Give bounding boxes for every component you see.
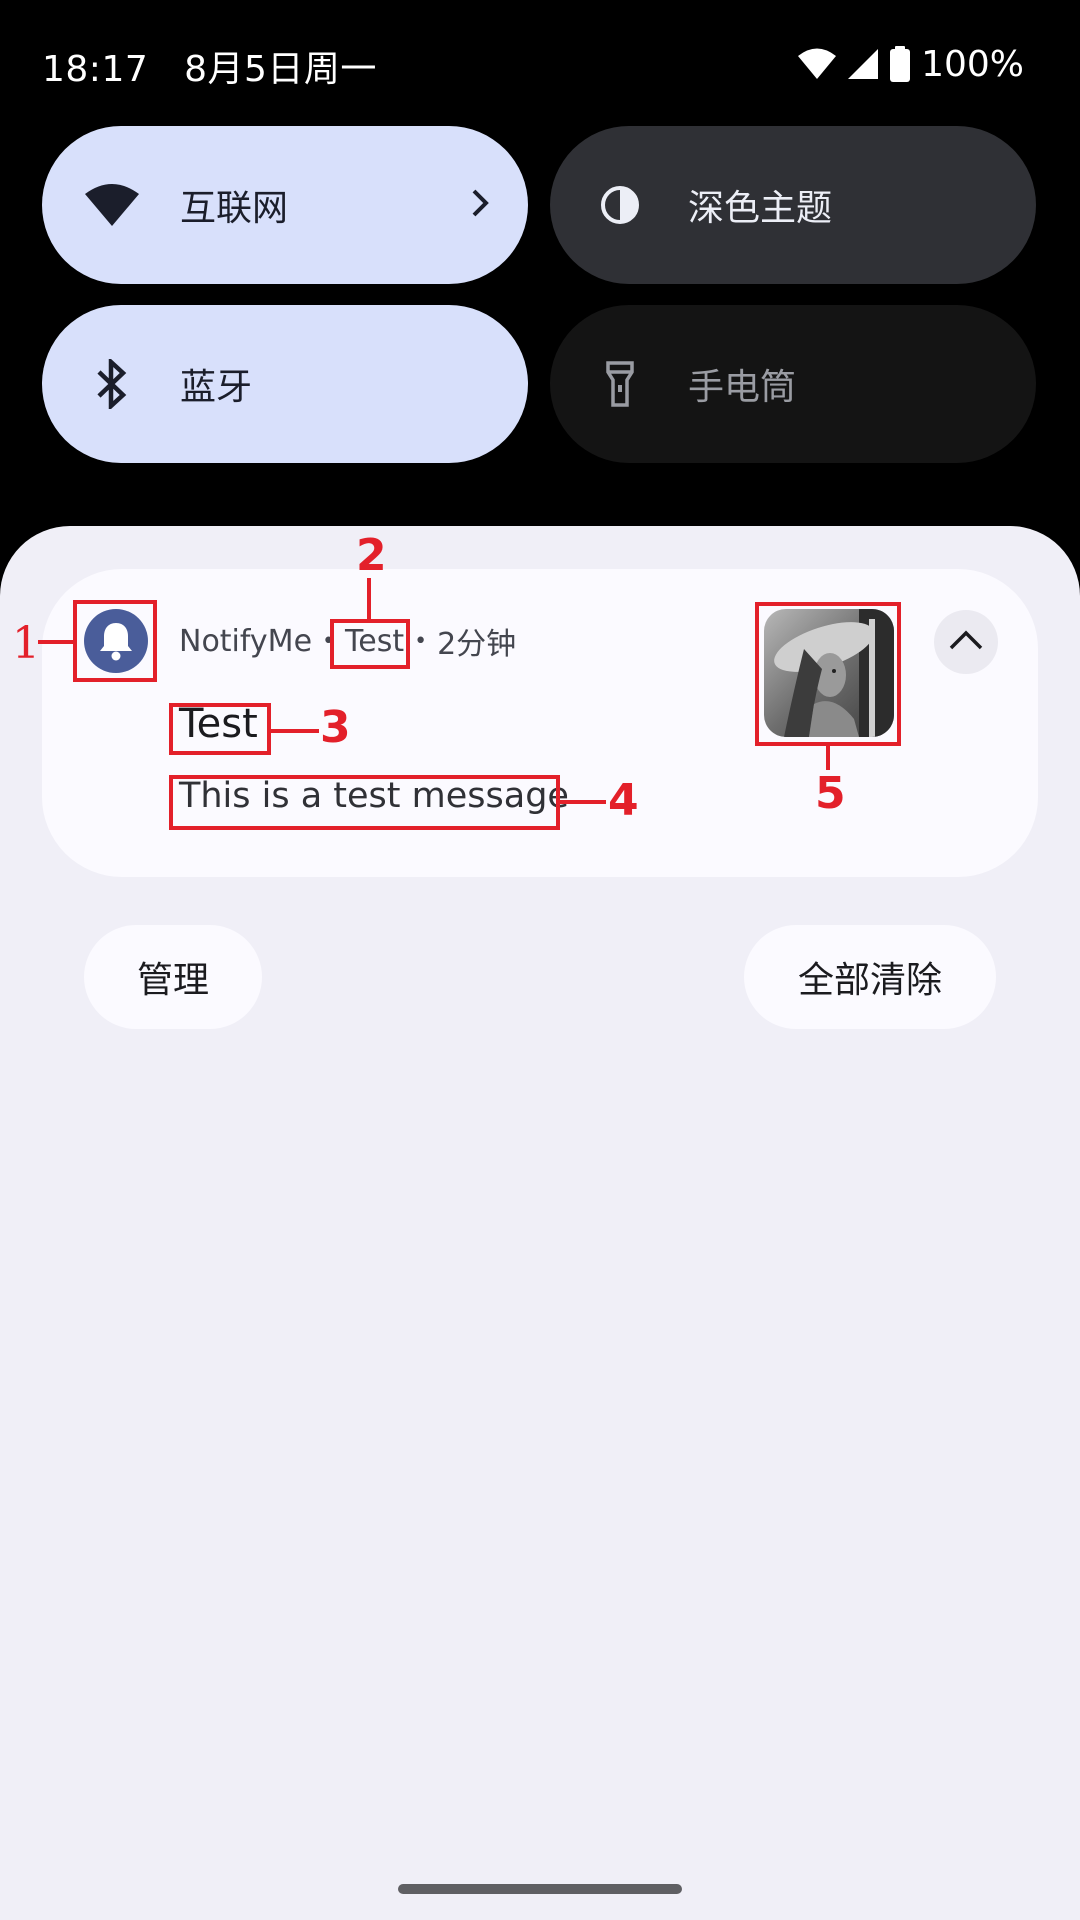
annotation-box-2 — [330, 619, 410, 669]
expand-button[interactable] — [934, 610, 998, 674]
tile-bluetooth[interactable]: 蓝牙 — [42, 305, 528, 463]
annotation-leader-3 — [271, 729, 319, 733]
annotation-box-5 — [755, 602, 901, 746]
wifi-icon — [84, 177, 140, 233]
status-time-date: 18:17 8月5日周一 — [42, 49, 377, 90]
status-icons: 100% — [797, 40, 1024, 88]
annotation-box-3 — [169, 703, 271, 755]
annotation-box-4 — [169, 775, 560, 830]
battery-percent: 100% — [921, 43, 1024, 85]
annotation-label-2: 2 — [356, 530, 387, 581]
wifi-icon — [797, 47, 837, 81]
cell-signal-icon — [847, 48, 879, 80]
annotation-leader-1 — [38, 640, 74, 644]
app-name: NotifyMe — [179, 623, 313, 659]
chevron-up-icon — [948, 629, 984, 655]
annotation-leader-4 — [560, 800, 606, 804]
clear-all-button[interactable]: 全部清除 — [744, 925, 996, 1029]
tile-label: 蓝牙 — [180, 367, 253, 408]
manage-button[interactable]: 管理 — [84, 925, 262, 1029]
separator-dot: • — [414, 628, 428, 654]
tile-flashlight[interactable]: 手电筒 — [550, 305, 1036, 463]
home-indicator[interactable] — [398, 1884, 682, 1894]
bluetooth-icon — [84, 356, 140, 412]
tile-label: 互联网 — [180, 188, 289, 229]
dark-theme-icon — [592, 177, 648, 233]
annotation-box-1 — [73, 600, 157, 682]
annotation-leader-5 — [826, 746, 830, 770]
status-bar: 18:17 8月5日周一 100% — [0, 0, 1080, 128]
tile-label: 手电筒 — [688, 367, 797, 408]
tile-internet[interactable]: 互联网 — [42, 126, 528, 284]
annotation-leader-2 — [367, 578, 371, 620]
annotation-label-3: 3 — [320, 702, 351, 753]
annotation-label-4: 4 — [608, 775, 639, 826]
time-ago: 2分钟 — [437, 627, 517, 662]
tile-label: 深色主题 — [688, 188, 833, 229]
flashlight-icon — [592, 356, 648, 412]
tile-dark-theme[interactable]: 深色主题 — [550, 126, 1036, 284]
battery-icon — [889, 46, 911, 82]
annotation-label-5: 5 — [815, 768, 846, 819]
chevron-right-icon[interactable] — [470, 188, 490, 222]
annotation-label-1: 1 — [12, 618, 40, 669]
